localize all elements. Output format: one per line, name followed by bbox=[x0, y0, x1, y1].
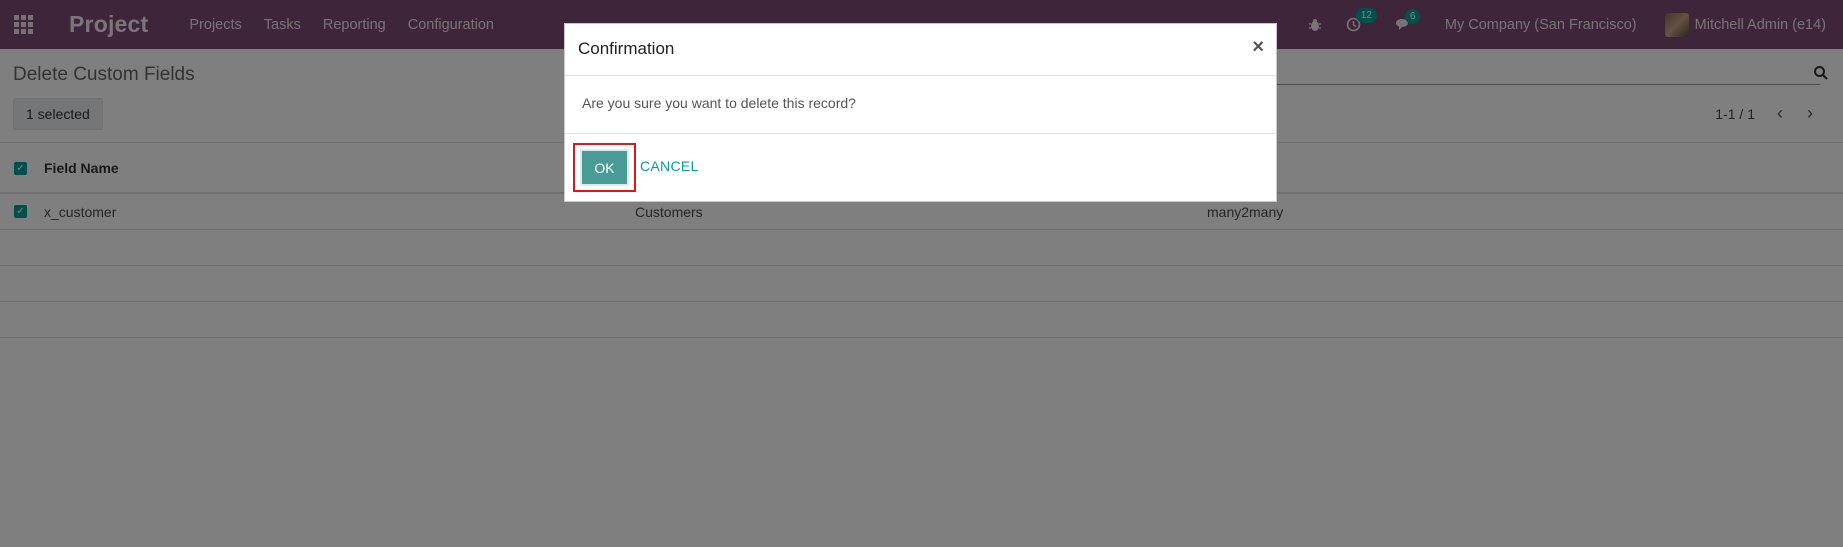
ok-button[interactable]: OK bbox=[580, 149, 629, 186]
dialog-message: Are you sure you want to delete this rec… bbox=[582, 95, 856, 111]
close-icon[interactable]: × bbox=[1252, 36, 1264, 59]
dialog-body: Are you sure you want to delete this rec… bbox=[565, 76, 1276, 134]
dialog-header: Confirmation × bbox=[565, 24, 1276, 76]
dialog-title: Confirmation bbox=[578, 39, 675, 58]
dialog-footer: OK CANCEL bbox=[565, 134, 1276, 202]
confirmation-dialog: Confirmation × Are you sure you want to … bbox=[564, 23, 1277, 202]
cancel-button[interactable]: CANCEL bbox=[640, 158, 699, 174]
